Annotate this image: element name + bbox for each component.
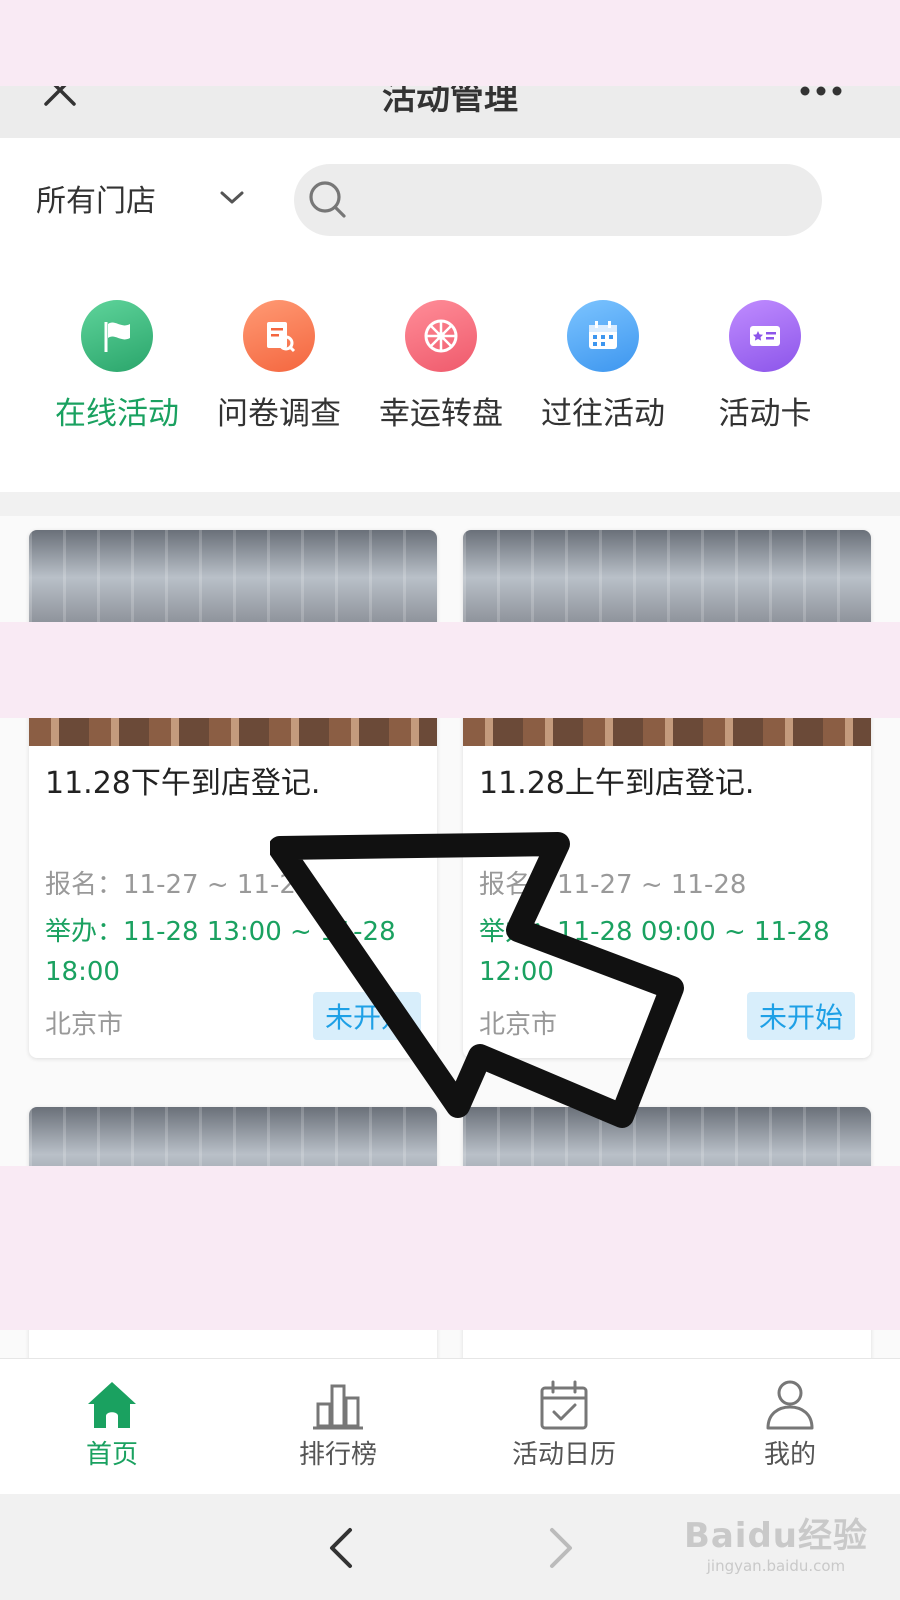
user-icon [766,1380,814,1430]
quick-nav-label: 幸运转盘 [379,396,503,432]
quick-nav-label: 过往活动 [541,396,665,432]
activity-city: 北京市 [45,1010,124,1040]
activity-hold-period: 举办：11-28 13:00 ~ 11-28 18:00 [45,917,396,987]
quick-nav-online-activity[interactable]: 在线活动 [37,300,197,433]
baidu-watermark: Baidu经验 jingyan.baidu.com [683,1516,868,1575]
ranking-icon [313,1384,363,1430]
activity-city: 北京市 [479,1010,558,1040]
censor-overlay-middle [0,622,900,718]
activity-title: 11.28下午到店登记. [45,766,321,801]
forward-chevron-icon[interactable] [540,1526,580,1570]
flag-icon [81,300,153,372]
calendar-check-icon [540,1380,588,1430]
search-icon [309,181,346,218]
calendar-icon [567,300,639,372]
search-input[interactable] [294,164,822,236]
activity-card[interactable]: 11.28上午到店登记. 报名：11-27 ~ 11-28 举办：11-28 0… [463,530,871,1058]
quick-nav-label: 问卷调查 [217,396,341,432]
store-selector[interactable]: 所有门店 [36,176,156,220]
status-badge: 未开始 [312,992,421,1040]
activity-title: 11.28上午到店登记. [479,766,755,801]
card-icon [729,300,801,372]
tab-label: 首页 [85,1440,138,1470]
tab-home[interactable]: 首页 [22,1378,202,1471]
chevron-down-icon[interactable] [218,187,246,207]
home-icon [88,1382,136,1428]
tab-label: 排行榜 [298,1440,377,1470]
quick-nav-survey[interactable]: 问卷调查 [199,300,359,433]
tab-profile[interactable]: 我的 [700,1378,880,1471]
tab-ranking[interactable]: 排行榜 [248,1378,428,1471]
more-icon[interactable] [800,86,842,96]
activity-card[interactable]: 11.28下午到店登记. 报名：11-27 ~ 11-28 举办：11-28 1… [29,530,437,1058]
quick-nav-activity-card[interactable]: 活动卡 [685,300,845,433]
survey-icon [243,300,315,372]
quick-nav-lucky-wheel[interactable]: 幸运转盘 [361,300,521,433]
censor-overlay-lower [0,1166,900,1330]
quick-nav-label: 活动卡 [718,396,812,432]
activity-hold-period: 举办：11-28 09:00 ~ 11-28 12:00 [479,917,830,987]
censor-overlay-top [0,0,900,86]
tab-label: 活动日历 [511,1440,616,1470]
quick-nav-label: 在线活动 [55,396,179,432]
tab-label: 我的 [763,1440,816,1470]
activity-registration-period: 报名：11-27 ~ 11-28 [45,870,313,900]
status-badge: 未开始 [746,992,855,1040]
activity-registration-period: 报名：11-27 ~ 11-28 [479,870,747,900]
quick-nav-past-activities[interactable]: 过往活动 [523,300,683,433]
tab-activity-calendar[interactable]: 活动日历 [474,1378,654,1471]
back-chevron-icon[interactable] [322,1526,362,1570]
section-divider [0,492,900,516]
wheel-icon [405,300,477,372]
